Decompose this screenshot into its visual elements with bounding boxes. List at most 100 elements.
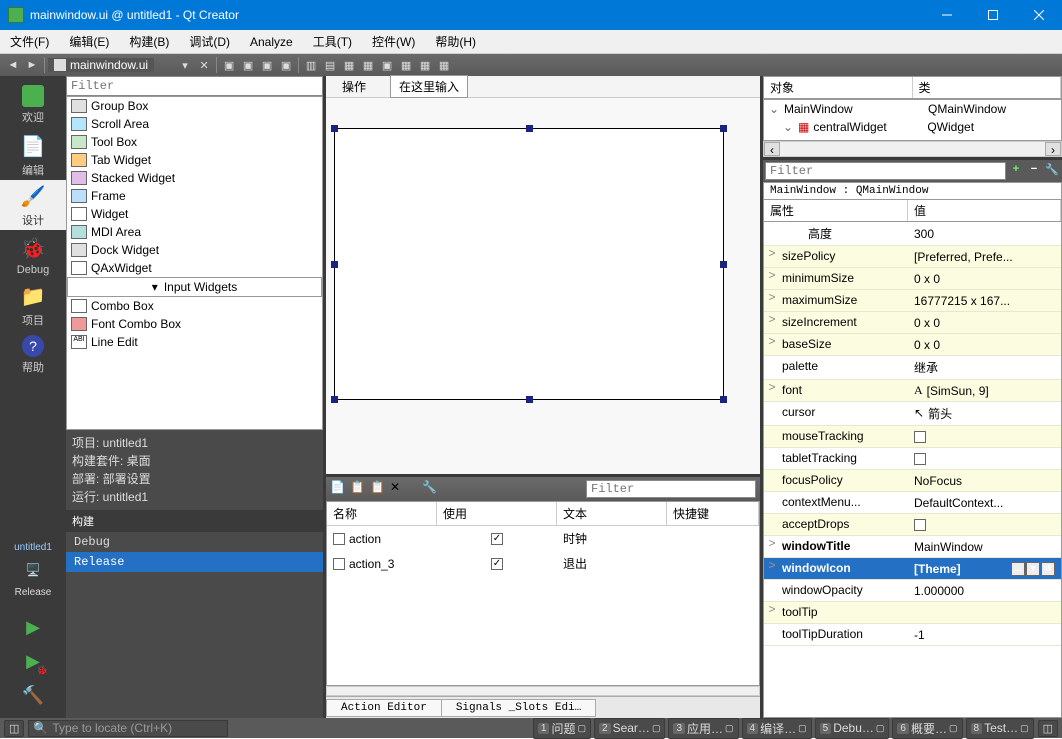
expand-icon[interactable]: > xyxy=(764,536,780,557)
widget-list[interactable]: Group Box Scroll Area Tool Box Tab Widge… xyxy=(66,96,323,430)
expand-icon[interactable] xyxy=(764,402,780,425)
property-row[interactable]: >toolTip xyxy=(764,602,1061,624)
action-row[interactable]: action ✓ 时钟 xyxy=(327,526,759,551)
output-pane-button[interactable]: 5Debu…▢ xyxy=(815,718,890,739)
expand-icon[interactable] xyxy=(764,470,780,491)
widget-item[interactable]: MDI Area xyxy=(67,223,322,241)
resize-handle[interactable] xyxy=(526,396,533,403)
property-value[interactable]: 0 x 0 xyxy=(908,334,1061,355)
output-pane-button[interactable]: 4编译…▢ xyxy=(742,718,812,739)
expand-icon[interactable] xyxy=(764,492,780,513)
delete-action-icon[interactable]: ✕ xyxy=(390,480,408,498)
property-row[interactable]: >windowTitleMainWindow xyxy=(764,536,1061,558)
checkbox[interactable]: ✓ xyxy=(491,558,503,570)
property-row[interactable]: >sizePolicy[Preferred, Prefe... xyxy=(764,246,1061,268)
property-row[interactable]: focusPolicyNoFocus xyxy=(764,470,1061,492)
copy-action-icon[interactable]: 📋 xyxy=(350,480,368,498)
close-file-icon[interactable]: ✕ xyxy=(195,56,213,74)
break-layout-icon[interactable]: ▣ xyxy=(378,56,396,74)
col-object[interactable]: 对象 xyxy=(764,77,913,98)
property-row[interactable]: >baseSize0 x 0 xyxy=(764,334,1061,356)
property-row[interactable]: mouseTracking xyxy=(764,426,1061,448)
paste-action-icon[interactable]: 📋 xyxy=(370,480,388,498)
property-value[interactable] xyxy=(908,448,1061,469)
scrollbar-h[interactable]: ‹ › xyxy=(763,141,1062,157)
layout-form-icon[interactable]: ▦ xyxy=(359,56,377,74)
property-filter[interactable] xyxy=(765,162,1006,180)
expand-icon[interactable] xyxy=(764,624,780,645)
action-row[interactable]: action_3 ✓ 退出 xyxy=(327,551,759,576)
widget-category-header[interactable]: ▾Input Widgets xyxy=(67,277,322,297)
output-pane-button[interactable]: 6概要…▢ xyxy=(892,718,962,739)
expand-icon[interactable]: > xyxy=(764,602,780,623)
property-value[interactable]: MainWindow xyxy=(908,536,1061,557)
expand-icon[interactable] xyxy=(764,448,780,469)
menu-build[interactable]: 构建(B) xyxy=(119,29,179,54)
property-value[interactable]: ↖箭头 xyxy=(908,402,1061,425)
property-value[interactable]: [Preferred, Prefe... xyxy=(908,246,1061,267)
property-value[interactable] xyxy=(908,514,1061,535)
property-row[interactable]: cursor↖箭头 xyxy=(764,402,1061,426)
remove-property-icon[interactable]: − xyxy=(1026,163,1042,179)
property-value[interactable]: 1.000000 xyxy=(908,580,1061,601)
adjust-icon[interactable]: ▦ xyxy=(397,56,415,74)
toggle-icon[interactable]: ◫ xyxy=(1038,720,1058,737)
expand-icon[interactable]: > xyxy=(764,290,780,311)
expand-icon[interactable] xyxy=(764,514,780,535)
expand-icon[interactable] xyxy=(764,222,780,245)
close-button[interactable] xyxy=(1016,0,1062,30)
maximize-button[interactable] xyxy=(970,0,1016,30)
menu-tools[interactable]: 工具(T) xyxy=(303,29,362,54)
mode-debug[interactable]: 🐞 Debug xyxy=(0,230,66,280)
checkbox[interactable] xyxy=(333,533,345,545)
widget-item[interactable]: Stacked Widget xyxy=(67,169,322,187)
tree-row[interactable]: ⌄ MainWindow QMainWindow xyxy=(764,100,1061,118)
file-tab[interactable]: mainwindow.ui xyxy=(48,58,154,72)
resize-handle[interactable] xyxy=(526,125,533,132)
expand-icon[interactable] xyxy=(764,356,780,379)
property-value[interactable]: 0 x 0 xyxy=(908,268,1061,289)
widget-item[interactable]: Combo Box xyxy=(67,297,322,315)
property-value[interactable]: A[SimSun, 9] xyxy=(908,380,1061,401)
mode-project[interactable]: 📁 项目 xyxy=(0,280,66,330)
tool-icon[interactable]: ▣ xyxy=(239,56,257,74)
run-button[interactable]: ▶ xyxy=(20,614,46,640)
property-row[interactable]: tabletTracking xyxy=(764,448,1061,470)
adjust-icon[interactable]: ▦ xyxy=(435,56,453,74)
build-debug[interactable]: Debug xyxy=(66,532,323,552)
form-canvas[interactable] xyxy=(326,98,760,474)
property-value[interactable]: -1 xyxy=(908,624,1061,645)
tree-row[interactable]: ⌄ ▦ centralWidget QWidget xyxy=(764,118,1061,136)
mode-edit[interactable]: 📄 编辑 xyxy=(0,130,66,180)
property-row[interactable]: >maximumSize16777215 x 167... xyxy=(764,290,1061,312)
mode-help[interactable]: ? 帮助 xyxy=(0,330,66,380)
adjust-icon[interactable]: ▦ xyxy=(416,56,434,74)
tool-icon[interactable]: ▣ xyxy=(220,56,238,74)
tab-action-editor[interactable]: Action Editor xyxy=(326,699,442,717)
scroll-left-icon[interactable]: ‹ xyxy=(764,142,780,156)
new-action-icon[interactable]: 📄 xyxy=(330,480,348,498)
property-value[interactable]: DefaultContext... xyxy=(908,492,1061,513)
layout-v-icon[interactable]: ▤ xyxy=(321,56,339,74)
tool-icon[interactable]: ▣ xyxy=(258,56,276,74)
main-window-form[interactable] xyxy=(334,128,724,400)
resize-handle[interactable] xyxy=(720,125,727,132)
widget-item[interactable]: Dock Widget xyxy=(67,241,322,259)
mode-welcome[interactable]: 欢迎 xyxy=(0,80,66,130)
output-pane-button[interactable]: 1问题▢ xyxy=(533,718,591,739)
value-button[interactable]: ↺ xyxy=(1041,562,1055,576)
add-property-icon[interactable]: + xyxy=(1008,163,1024,179)
widget-filter[interactable] xyxy=(66,76,323,96)
tool-icon[interactable]: ▣ xyxy=(277,56,295,74)
widget-item[interactable]: QAxWidget xyxy=(67,259,322,277)
expand-icon[interactable]: > xyxy=(764,246,780,267)
value-button[interactable]: ▾ xyxy=(1026,562,1040,576)
minimize-button[interactable] xyxy=(924,0,970,30)
dropdown-icon[interactable]: ▾ xyxy=(176,56,194,74)
menu-debug[interactable]: 调试(D) xyxy=(179,29,240,54)
mode-design[interactable]: 🖌️ 设计 xyxy=(0,180,66,230)
property-value[interactable] xyxy=(908,426,1061,447)
operate-label[interactable]: 操作 xyxy=(334,76,374,97)
col-shortcut[interactable]: 快捷键 xyxy=(667,502,759,525)
menu-file[interactable]: 文件(F) xyxy=(0,29,59,54)
